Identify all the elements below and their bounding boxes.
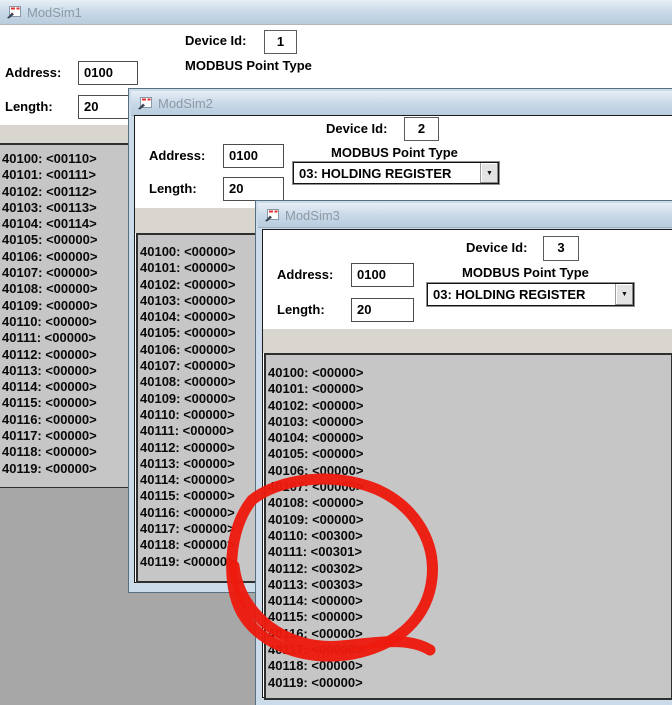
device-id-label: Device Id: [326,121,387,136]
register-row[interactable]: 40108: <00000> [266,495,671,511]
register-row[interactable]: 40113: <00000> [0,363,128,379]
device-id-label: Device Id: [466,240,527,255]
toolbar-band [263,329,672,353]
modsim3-content: Device Id: 3 Address: 0100 MODBUS Point … [262,229,672,698]
register-list-modsim3[interactable]: 40100: <00000>40101: <00000>40102: <0000… [264,353,672,700]
address-field[interactable]: 0100 [223,144,284,168]
register-row[interactable]: 40112: <00302> [266,561,671,577]
register-row[interactable]: 40104: <00000> [266,430,671,446]
register-row[interactable]: 40107: <00000> [266,479,671,495]
window-modsim3: ModSim3 Device Id: 3 Address: 0100 MODBU… [255,200,672,705]
length-label: Length: [5,99,53,114]
register-row[interactable]: 40106: <00000> [0,249,128,265]
length-label: Length: [277,302,325,317]
modsim-icon [137,96,152,110]
register-row[interactable]: 40103: <00113> [0,200,128,216]
register-row[interactable]: 40100: <00000> [266,365,671,381]
address-label: Address: [149,148,205,163]
modsim2-titlebar[interactable]: ModSim2 [131,91,672,116]
register-row[interactable]: 40117: <00000> [266,642,671,658]
register-row[interactable]: 40112: <00000> [0,347,128,363]
register-row[interactable]: 40118: <00000> [0,444,128,460]
register-row[interactable]: 40109: <00000> [0,298,128,314]
register-row[interactable]: 40103: <00000> [266,414,671,430]
point-type-label: MODBUS Point Type [331,145,458,160]
device-id-field[interactable]: 2 [404,117,439,141]
register-row[interactable]: 40119: <00000> [0,461,128,477]
register-row[interactable]: 40100: <00110> [0,151,128,167]
register-row[interactable]: 40111: <00301> [266,544,671,560]
register-row[interactable]: 40102: <00000> [266,398,671,414]
register-row[interactable]: 40113: <00303> [266,577,671,593]
point-type-label: MODBUS Point Type [185,58,312,73]
register-row[interactable]: 40108: <00000> [0,281,128,297]
register-row[interactable]: 40115: <00000> [0,395,128,411]
toolbar-band [0,125,131,144]
length-field[interactable]: 20 [351,298,414,322]
modsim-icon [264,208,279,222]
register-row[interactable]: 40114: <00000> [0,379,128,395]
register-row[interactable]: 40104: <00114> [0,216,128,232]
point-type-value: 03: HOLDING REGISTER [433,287,585,302]
address-label: Address: [5,65,61,80]
register-row[interactable]: 40117: <00000> [0,428,128,444]
register-row[interactable]: 40114: <00000> [266,593,671,609]
device-id-label: Device Id: [185,33,246,48]
window-title: ModSim3 [285,208,340,223]
address-field[interactable]: 0100 [351,263,414,287]
window-title: ModSim1 [27,5,82,20]
register-row[interactable]: 40116: <00000> [266,626,671,642]
register-row[interactable]: 40110: <00300> [266,528,671,544]
register-row[interactable]: 40101: <00000> [266,381,671,397]
point-type-value: 03: HOLDING REGISTER [299,166,451,181]
register-row[interactable]: 40109: <00000> [266,512,671,528]
window-title: ModSim2 [158,96,213,111]
register-row[interactable]: 40118: <00000> [266,658,671,674]
modsim-app: e Connection Display Window Help ModSim1… [0,0,672,705]
chevron-down-icon[interactable]: ▼ [480,163,498,183]
point-type-label: MODBUS Point Type [462,265,589,280]
modsim1-titlebar[interactable]: ModSim1 [0,0,672,25]
register-row[interactable]: 40105: <00000> [266,446,671,462]
address-field[interactable]: 0100 [78,61,138,85]
register-row[interactable]: 40106: <00000> [266,463,671,479]
modsim-icon [6,5,21,19]
register-row[interactable]: 40116: <00000> [0,412,128,428]
register-row[interactable]: 40110: <00000> [0,314,128,330]
address-label: Address: [277,267,333,282]
modsim3-titlebar[interactable]: ModSim3 [258,203,672,228]
point-type-select[interactable]: 03: HOLDING REGISTER ▼ [427,283,634,306]
point-type-select[interactable]: 03: HOLDING REGISTER ▼ [293,162,499,184]
register-row[interactable]: 40107: <00000> [0,265,128,281]
register-row[interactable]: 40101: <00111> [0,167,128,183]
register-row[interactable]: 40105: <00000> [0,232,128,248]
device-id-field[interactable]: 1 [264,30,297,54]
register-row[interactable]: 40119: <00000> [266,675,671,691]
register-list-modsim1[interactable]: 40100: <00110>40101: <00111>40102: <0011… [0,143,130,487]
length-label: Length: [149,181,197,196]
register-row[interactable]: 40115: <00000> [266,609,671,625]
register-row[interactable]: 40111: <00000> [0,330,128,346]
chevron-down-icon[interactable]: ▼ [615,284,633,305]
length-field[interactable]: 20 [223,177,284,201]
device-id-field[interactable]: 3 [543,236,579,261]
register-row[interactable]: 40102: <00112> [0,184,128,200]
